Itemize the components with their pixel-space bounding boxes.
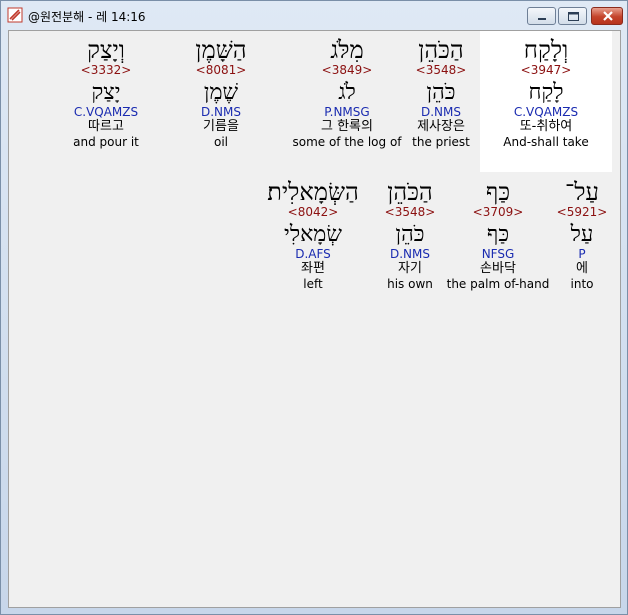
word-column[interactable]: הַשְּׂמָאלִית׃ <8042> שְׂמָאלִי D.AFS 좌편… xyxy=(267,179,359,291)
hebrew-word: וְלָקַח xyxy=(523,36,569,64)
minimize-button[interactable] xyxy=(527,7,556,25)
english-gloss: into xyxy=(570,277,594,291)
hebrew-word: הַכֹּהֵן xyxy=(418,36,464,64)
korean-gloss: 에 xyxy=(576,261,588,276)
lemma-word: כֹּהֵן xyxy=(395,222,425,247)
strong-number[interactable]: <3548> xyxy=(385,205,436,219)
word-column[interactable]: וְלָקַח <3947> לָקַח C.VQAMZS 또-취하여 And-… xyxy=(503,37,588,149)
window-title: @원전분해 - 레 14:16 xyxy=(28,10,146,24)
korean-gloss: 제사장은 xyxy=(417,119,465,134)
word-column[interactable]: כַּף <3709> כַּף NFSG 손바닥 the palm of-ha… xyxy=(447,179,550,291)
parse-code: D.AFS xyxy=(295,247,331,261)
lemma-word: לָקַח xyxy=(528,80,564,105)
close-icon xyxy=(603,11,613,21)
app-window: @원전분해 - 레 14:16 וְלָקַח <3947> לָקַח C.V… xyxy=(0,0,628,615)
maximize-button[interactable] xyxy=(558,7,587,25)
korean-gloss: 따르고 xyxy=(88,119,124,134)
hebrew-word: עַל־ xyxy=(565,178,599,206)
english-gloss: some of the log of xyxy=(292,135,402,149)
parse-code: C.VQAMZS xyxy=(513,105,579,119)
word-column[interactable]: מִלֹּג <3849> לֹג P.NMSG 그 한록의 some of t… xyxy=(292,37,401,149)
english-gloss: And-shall take xyxy=(503,135,589,149)
hebrew-word: וְיָצַק xyxy=(87,36,125,64)
minimize-icon xyxy=(538,18,546,20)
lemma-word: כֹּהֵן xyxy=(426,80,456,105)
hebrew-word: כַּף xyxy=(485,178,511,206)
parse-code: D.NMS xyxy=(200,105,242,119)
hebrew-word: מִלֹּג xyxy=(330,36,364,64)
korean-gloss: 손바닥 xyxy=(480,261,516,276)
hebrew-word: הַשָּׁמֶן xyxy=(195,36,247,64)
word-column[interactable]: הַכֹּהֵן <3548> כֹּהֵן D.NMS 제사장은 the pr… xyxy=(412,37,470,149)
hebrew-analysis-app-icon xyxy=(7,7,23,23)
maximize-icon xyxy=(568,12,579,21)
word-column[interactable]: הַכֹּהֵן <3548> כֹּהֵן D.NMS 자기 his own xyxy=(385,179,436,291)
hebrew-word: הַכֹּהֵן xyxy=(387,178,433,206)
lemma-word: לֹג xyxy=(338,80,356,105)
parse-code: D.NMS xyxy=(389,247,430,261)
korean-gloss: 기름을 xyxy=(203,119,239,134)
word-column[interactable]: וְיָצַק <3332> יָצַק C.VQAMZS 따르고 and po… xyxy=(73,37,139,149)
lemma-word: שֶׁמֶן xyxy=(203,80,239,105)
english-gloss: his own xyxy=(387,277,433,291)
lemma-word: שְׂמָאלִי xyxy=(284,222,342,247)
korean-gloss: 자기 xyxy=(398,261,422,276)
lemma-word: כַּף xyxy=(486,222,510,247)
parse-code: P xyxy=(578,247,586,261)
english-gloss: oil xyxy=(213,135,229,149)
korean-gloss: 좌편 xyxy=(301,261,325,276)
interlinear-panel[interactable]: וְלָקַח <3947> לָקַח C.VQAMZS 또-취하여 And-… xyxy=(8,30,621,608)
strong-number[interactable]: <3947> xyxy=(503,63,588,77)
lemma-word: יָצַק xyxy=(91,80,121,105)
korean-gloss: 그 한록의 xyxy=(321,119,373,134)
strong-number[interactable]: <3548> xyxy=(412,63,470,77)
strong-number[interactable]: <8042> xyxy=(267,205,359,219)
word-column[interactable]: עַל־ <5921> עַל P 에 into xyxy=(557,179,608,291)
strong-number[interactable]: <3849> xyxy=(292,63,401,77)
strong-number[interactable]: <8081> xyxy=(195,63,247,77)
strong-number[interactable]: <5921> xyxy=(557,205,608,219)
strong-number[interactable]: <3709> xyxy=(447,205,550,219)
parse-code: P.NMSG xyxy=(324,105,370,119)
word-column[interactable]: הַשָּׁמֶן <8081> שֶׁמֶן D.NMS 기름을 oil xyxy=(195,37,246,149)
english-gloss: left xyxy=(303,277,323,291)
english-gloss: the palm of-hand xyxy=(446,277,550,291)
close-button[interactable] xyxy=(591,7,623,25)
hebrew-word: הַשְּׂמָאלִית׃ xyxy=(267,178,359,206)
english-gloss: the priest xyxy=(412,135,470,149)
english-gloss: and pour it xyxy=(73,135,139,149)
korean-gloss: 또-취하여 xyxy=(519,119,573,134)
parse-code: D.NMS xyxy=(420,105,462,119)
strong-number[interactable]: <3332> xyxy=(73,63,139,77)
parse-code: NFSG xyxy=(481,247,515,261)
title-bar[interactable]: @원전분해 - 레 14:16 xyxy=(1,1,627,30)
lemma-word: עַל xyxy=(570,222,594,247)
parse-code: C.VQAMZS xyxy=(73,105,139,119)
